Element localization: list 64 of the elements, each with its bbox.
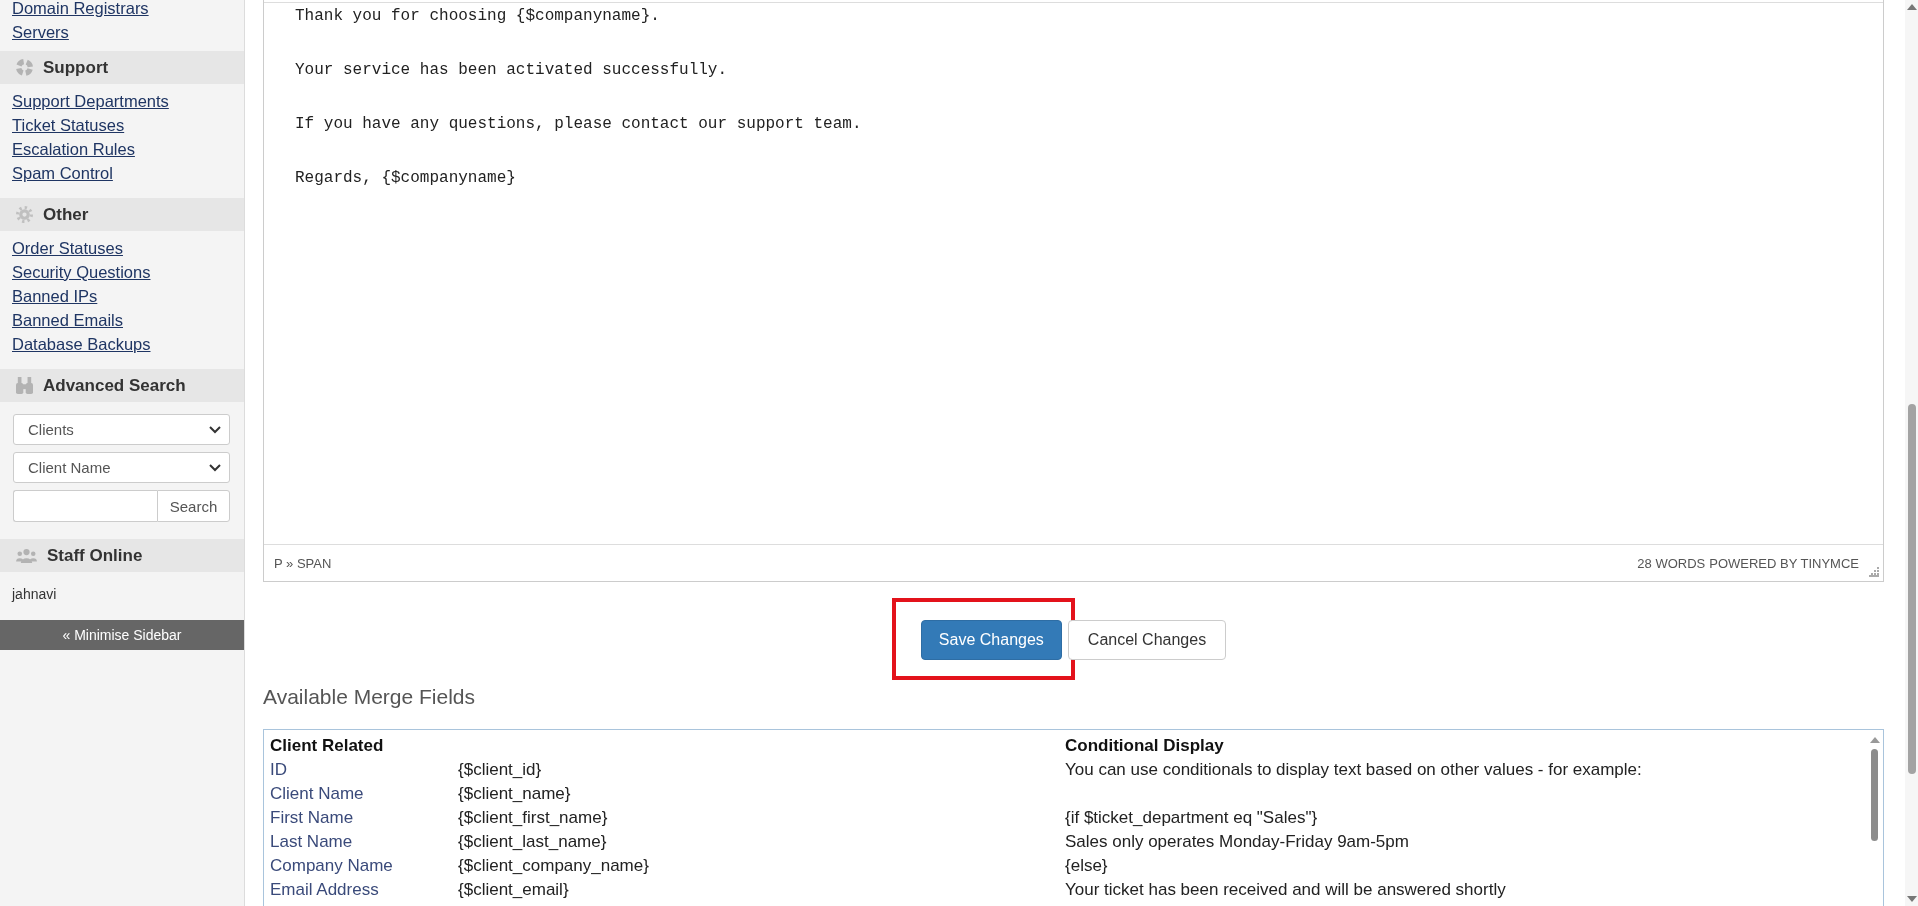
section-title: Staff Online (47, 545, 143, 566)
section-title: Advanced Search (43, 375, 186, 396)
merge-field-label: Company Name (270, 855, 394, 877)
section-title: Other (43, 204, 89, 225)
chevron-icon (209, 463, 221, 472)
dropdown[interactable]: Client Name (13, 452, 230, 483)
minimise-sidebar-button[interactable]: « Minimise Sidebar (0, 620, 244, 650)
editor-paragraph: Regards, {$companyname} (295, 168, 517, 189)
sidebar-link[interactable]: Servers (12, 20, 69, 44)
conditional-text: {if $ticket_department eq "Sales"} (1065, 807, 1319, 829)
column-heading: Conditional Display (1065, 735, 1225, 757)
merge-field-label: Email Address (270, 879, 380, 901)
gear-icon (16, 206, 33, 223)
merge-field-tag: {$client_company_name} (458, 854, 1065, 878)
merge-field-label: Last Name (270, 831, 354, 853)
sidebar-link[interactable]: Order Statuses (12, 236, 123, 260)
sidebar-link[interactable]: Ticket Statuses (12, 113, 125, 137)
search-button[interactable]: Search (157, 490, 230, 522)
save-button[interactable]: Save Changes (920, 620, 1062, 660)
editor-input-area[interactable]: Thank you for choosing {$companyname}. Your service has been activated successfully. If you have any questions, please contact our support team. Regards, {$companyname} (264, 2, 1883, 544)
conditional-text: {else} (1065, 855, 1109, 877)
merge-field-tag: {$client_last_name} (458, 830, 1065, 854)
element-path: P » SPAN (274, 555, 332, 571)
merge-field-label: ID (270, 759, 288, 781)
resize-grip-icon[interactable] (1869, 567, 1879, 577)
powered-by-link[interactable]: POWERED BY TINYMCE (1709, 555, 1859, 571)
sidebar-link[interactable]: Banned Emails (12, 308, 123, 332)
merge-field-label: Client Name (270, 783, 365, 805)
page-scrollbar[interactable] (1905, 0, 1918, 906)
staff-name: jahnavi (12, 585, 58, 604)
merge-field-tag: {$client_id} (458, 758, 1065, 782)
scroll-down-icon[interactable] (1906, 896, 1917, 902)
chevron-icon (209, 425, 221, 434)
binoculars-icon (16, 377, 33, 394)
merge-field-label: First Name (270, 807, 355, 829)
merge-field-tag: {$client_first_name} (458, 806, 1065, 830)
sidebar-link[interactable]: Spam Control (12, 161, 113, 185)
scroll-up-icon[interactable] (1906, 4, 1917, 10)
lifebuoy-icon (16, 59, 33, 76)
sidebar-link[interactable]: Support Departments (12, 89, 169, 113)
column-heading: Client Related (270, 735, 385, 757)
editor-paragraph: If you have any questions, please contact our support team. (295, 114, 863, 135)
section-title: Support (43, 57, 109, 78)
sidebar-link[interactable]: Banned IPs (12, 284, 98, 308)
editor-paragraph: Your service has been activated successfully. (295, 60, 729, 81)
merge-field-tag: {$client_email} (458, 878, 1065, 902)
sidebar-link[interactable]: Escalation Rules (12, 137, 135, 161)
cancel-button[interactable]: Cancel Changes (1067, 620, 1227, 660)
sidebar-link[interactable]: Database Backups (12, 332, 151, 356)
conditional-text: You can use conditionals to display text based on other values - for example: (1065, 759, 1643, 781)
conditional-text: Your ticket has been received and will be answered shortly (1065, 879, 1507, 901)
merge-field-tag: {$client_name} (458, 782, 1065, 806)
scroll-up-icon[interactable] (1869, 737, 1880, 743)
merge-fields-heading: Available Merge Fields (263, 684, 477, 710)
scrollbar-thumb[interactable] (1907, 404, 1916, 774)
conditional-text: Sales only operates Monday-Friday 9am-5pm (1065, 831, 1410, 853)
editor-paragraph: Thank you for choosing {$companyname}. (295, 6, 661, 27)
sidebar-link[interactable]: Security Questions (12, 260, 151, 284)
dropdown[interactable]: Clients (13, 414, 230, 445)
word-count: 28 WORDS (1637, 555, 1706, 571)
users-icon (16, 548, 37, 563)
scrollbar-thumb[interactable] (1871, 749, 1878, 841)
search-input[interactable] (13, 490, 157, 522)
sidebar-link[interactable]: Domain Registrars (12, 0, 149, 20)
